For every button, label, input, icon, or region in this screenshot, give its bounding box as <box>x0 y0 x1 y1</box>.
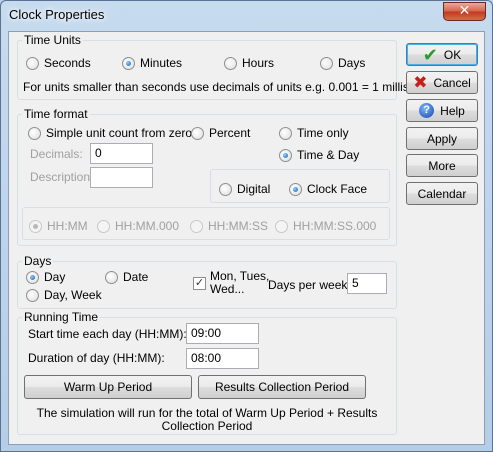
radio-indicator <box>275 219 288 233</box>
time-units-title: Time Units <box>22 33 83 47</box>
ok-button[interactable]: ✔ OK <box>406 43 478 66</box>
description-label: Description: <box>30 170 94 184</box>
days-title: Days <box>22 254 54 268</box>
radio-hh-mm-000-label: HH:MM.000 <box>115 219 180 233</box>
checkbox-check-icon: ✓ <box>193 277 206 290</box>
time-format-title: Time format <box>22 107 90 121</box>
close-button[interactable]: ✕ <box>443 2 486 21</box>
running-time-info: The simulation will run for the total of… <box>17 407 397 433</box>
radio-percent-label: Percent <box>209 126 251 140</box>
help-icon: ? <box>419 103 435 118</box>
radio-hh-mm-ss-label: HH:MM:SS <box>208 219 268 233</box>
cancel-label: Cancel <box>433 75 471 90</box>
help-button[interactable]: ? Help <box>406 99 478 122</box>
check-icon: ✔ <box>422 44 438 65</box>
radio-hh-mm-ss-000-label: HH:MM:SS.000 <box>293 219 377 233</box>
radio-minutes[interactable]: Minutes <box>122 56 182 70</box>
cancel-button[interactable]: ✖ Cancel <box>406 71 478 94</box>
running-time-info-line1: The simulation will run for the total of… <box>36 406 378 420</box>
radio-days-label: Days <box>338 56 366 70</box>
running-time-title: Running Time <box>22 310 101 324</box>
ok-label: OK <box>443 47 462 62</box>
weekday-names-label-line2: Wed... <box>210 282 245 296</box>
radio-minutes-label: Minutes <box>140 56 183 70</box>
weekday-names-label-line1: Mon, Tues, <box>210 269 270 283</box>
radio-time-and-day-label: Time & Day <box>297 148 360 162</box>
help-label: Help <box>440 103 465 118</box>
radio-day-week-label: Day, Week <box>44 288 102 302</box>
apply-button[interactable]: Apply <box>406 127 478 150</box>
description-input[interactable] <box>90 167 153 188</box>
window-title: Clock Properties <box>9 7 105 22</box>
radio-indicator <box>97 219 110 233</box>
warm-up-period-label: Warm Up Period <box>63 380 153 394</box>
radio-indicator-selected <box>279 148 292 162</box>
radio-indicator <box>190 219 203 233</box>
radio-hh-mm-ss-000[interactable]: HH:MM:SS.000 <box>275 219 376 233</box>
calendar-button[interactable]: Calendar <box>406 182 478 205</box>
radio-hours-label: Hours <box>242 56 275 70</box>
radio-indicator <box>191 126 204 140</box>
title-bar[interactable]: Clock Properties ✕ <box>1 1 492 31</box>
radio-indicator-selected <box>29 219 42 233</box>
duration-input[interactable]: 08:00 <box>186 348 259 369</box>
cross-icon: ✖ <box>413 72 428 92</box>
running-time-info-line2: Collection Period <box>161 419 253 433</box>
weekday-names-label: Mon, Tues, Wed... <box>210 270 269 296</box>
radio-indicator <box>28 126 41 140</box>
radio-hh-mm-ss[interactable]: HH:MM:SS <box>190 219 268 233</box>
radio-indicator <box>219 182 232 196</box>
radio-time-only[interactable]: Time only <box>279 126 349 140</box>
radio-day-label: Day <box>44 270 66 284</box>
warm-up-period-button[interactable]: Warm Up Period <box>24 375 192 399</box>
start-time-label: Start time each day (HH:MM): <box>28 327 187 341</box>
clock-properties-window: Clock Properties ✕ Time Units Seconds Mi… <box>0 0 493 452</box>
radio-date[interactable]: Date <box>105 270 148 284</box>
apply-label: Apply <box>426 131 458 146</box>
radio-indicator-selected <box>26 270 39 284</box>
radio-clock-face-label: Clock Face <box>307 182 368 196</box>
radio-indicator <box>26 288 39 302</box>
radio-digital-label: Digital <box>237 182 271 196</box>
radio-indicator <box>279 126 292 140</box>
radio-indicator <box>26 56 39 70</box>
radio-indicator-selected <box>289 182 302 196</box>
decimals-input[interactable]: 0 <box>90 143 153 164</box>
weekday-names-checkbox[interactable]: ✓ Mon, Tues, Wed... <box>193 270 269 296</box>
close-icon: ✕ <box>458 3 471 19</box>
radio-hours[interactable]: Hours <box>224 56 274 70</box>
duration-label: Duration of day (HH:MM): <box>28 351 165 365</box>
radio-time-and-day[interactable]: Time & Day <box>279 148 359 162</box>
decimals-label: Decimals: <box>30 147 83 161</box>
radio-indicator <box>320 56 333 70</box>
radio-date-label: Date <box>123 270 149 284</box>
radio-indicator <box>105 270 118 284</box>
radio-day[interactable]: Day <box>26 270 65 284</box>
dialog-client-area: Time Units Seconds Minutes Hours Days Fo… <box>8 31 485 445</box>
radio-hh-mm[interactable]: HH:MM <box>29 219 88 233</box>
results-collection-period-label: Results Collection Period <box>214 380 350 394</box>
radio-hh-mm-000[interactable]: HH:MM.000 <box>97 219 179 233</box>
radio-hh-mm-label: HH:MM <box>47 219 88 233</box>
radio-indicator <box>224 56 237 70</box>
time-units-note: For units smaller than seconds use decim… <box>23 80 442 94</box>
more-label: More <box>428 158 456 173</box>
radio-clock-face[interactable]: Clock Face <box>289 182 367 196</box>
radio-time-only-label: Time only <box>297 126 349 140</box>
radio-simple-unit-count[interactable]: Simple unit count from zero <box>28 126 192 140</box>
radio-percent[interactable]: Percent <box>191 126 250 140</box>
calendar-label: Calendar <box>417 186 467 201</box>
radio-digital[interactable]: Digital <box>219 182 270 196</box>
results-collection-period-button[interactable]: Results Collection Period <box>198 375 366 399</box>
days-per-week-label: Days per week: <box>268 278 351 292</box>
radio-days[interactable]: Days <box>320 56 365 70</box>
days-per-week-input[interactable]: 5 <box>347 273 387 294</box>
radio-seconds[interactable]: Seconds <box>26 56 91 70</box>
radio-seconds-label: Seconds <box>44 56 91 70</box>
more-button[interactable]: More <box>406 154 478 177</box>
start-time-input[interactable]: 09:00 <box>186 323 259 344</box>
radio-indicator-selected <box>122 56 135 70</box>
radio-simple-unit-count-label: Simple unit count from zero <box>46 126 193 140</box>
radio-day-week[interactable]: Day, Week <box>26 288 102 302</box>
